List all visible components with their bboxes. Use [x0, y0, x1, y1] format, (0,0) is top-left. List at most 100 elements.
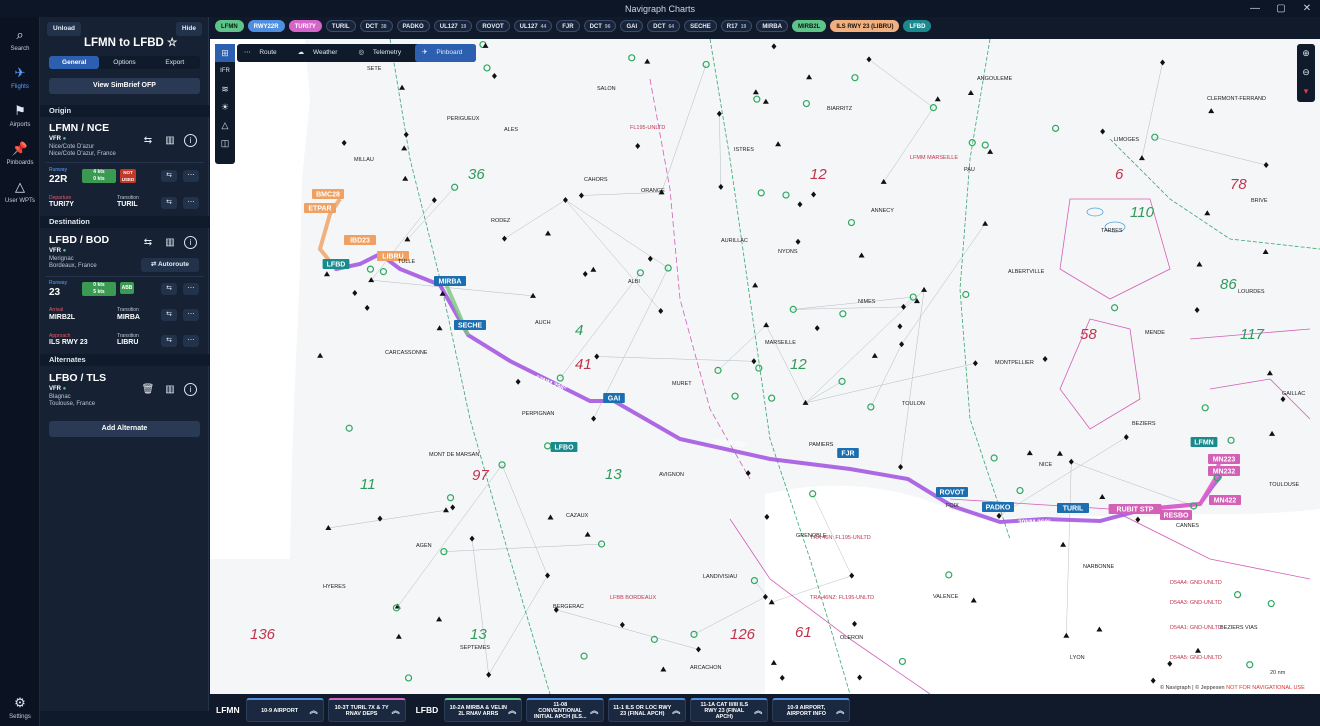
waypoint-pill[interactable]: RWY22R — [247, 20, 285, 32]
nav-flights[interactable]: ✈ Flights — [0, 65, 40, 90]
waypoint-pill[interactable]: PADKO — [396, 20, 430, 32]
route-waypoint-label[interactable]: LFBD — [322, 259, 350, 269]
info-icon[interactable]: i — [184, 383, 197, 396]
layer-tool-4[interactable]: △ — [215, 116, 235, 134]
bottom-airport-origin[interactable]: LFMN — [210, 705, 246, 715]
departure-value[interactable]: TURI7Y — [49, 201, 74, 208]
tab-options[interactable]: Options — [99, 56, 149, 69]
transition-value[interactable]: LIBRU — [117, 339, 138, 346]
maximize-button[interactable]: ▢ — [1268, 0, 1294, 17]
info-icon[interactable]: i — [184, 134, 197, 147]
enroute-chart-map[interactable]: LFBD ETPAR BMC28 IBD23 LIBRU MIRBA SECHE GAI LFB… — [210, 39, 1320, 694]
chart-card[interactable]: 11-1A CAT II/III ILS RWY 23 (FINAL APCH)… — [690, 698, 769, 722]
telemetry-toggle[interactable]: ◎ Telemetry — [351, 44, 415, 62]
route-waypoint-label[interactable]: MIRBA — [434, 276, 466, 286]
waypoint-pill[interactable]: DCT 96 — [583, 20, 617, 32]
route-waypoint-label[interactable]: GAI — [603, 393, 625, 403]
nav-airports[interactable]: ⚑ Airports — [0, 103, 40, 128]
route-waypoint-label[interactable]: MN422 — [1209, 495, 1241, 505]
runway-more-button[interactable]: ⋯ — [183, 170, 199, 182]
chart-card[interactable]: 10-9 AIRPORT ︽ — [245, 698, 324, 722]
info-icon[interactable]: i — [184, 236, 197, 249]
route-waypoint-label[interactable]: SECHE — [454, 320, 486, 330]
route-waypoint-label[interactable]: RESBO — [1160, 510, 1192, 520]
tab-general[interactable]: General — [49, 56, 100, 69]
chart-canvas[interactable]: LFBDETPARBMC28IBD23LIBRUMIRBASECHEGAILFB… — [210, 39, 1320, 694]
departure-more-button[interactable]: ⋯ — [183, 197, 199, 209]
waypoint-pill[interactable]: TURIL — [325, 20, 356, 32]
charts-icon[interactable]: ▥ — [162, 383, 178, 397]
destination-runway[interactable]: 23 — [49, 287, 60, 298]
flight-title[interactable]: LFMN to LFBD ☆ — [84, 35, 177, 49]
waypoint-pill[interactable]: UL127 44 — [513, 20, 553, 32]
layer-tool-2[interactable]: ≋ — [215, 80, 235, 98]
waypoint-pill[interactable]: TURI7Y — [288, 20, 322, 32]
view-simbrief-button[interactable]: View SimBrief OFP — [49, 78, 200, 94]
route-waypoint-label[interactable]: ROVOT — [936, 487, 968, 497]
arrival-swap-button[interactable]: ⇆ — [161, 309, 177, 321]
trash-icon[interactable]: 🗑 — [140, 383, 156, 397]
route-waypoint-label[interactable]: MN223 — [1208, 454, 1240, 464]
approach-value[interactable]: ILS RWY 23 — [49, 339, 88, 346]
route-waypoint-label[interactable]: TURIL — [1057, 503, 1089, 513]
waypoint-pill[interactable]: MIRB2L — [791, 20, 827, 32]
origin-runway[interactable]: 22R — [49, 174, 67, 185]
route-toggle[interactable]: ⋯ Route — [237, 44, 291, 62]
waypoint-pill[interactable]: SECHE — [684, 20, 717, 32]
chart-card[interactable]: 11-1 ILS OR LOC RWY 23 (FINAL APCH) ︽ — [608, 698, 687, 722]
route-waypoint-label[interactable]: RUBIT STP — [1108, 504, 1162, 514]
chart-card[interactable]: 10-9 AIRPORT, AIRPORT INFO ︽ — [772, 698, 851, 722]
waypoint-pill[interactable]: DCT 38 — [359, 20, 393, 32]
transition-value[interactable]: TURIL — [117, 201, 138, 208]
transition-value[interactable]: MIRBA — [117, 314, 140, 321]
route-waypoint-label[interactable]: PADKO — [982, 502, 1014, 512]
layer-tool-0[interactable]: ⊞ — [215, 44, 235, 62]
runway-more-button[interactable]: ⋯ — [183, 283, 199, 295]
route-waypoint-label[interactable]: BMC28 — [312, 189, 344, 199]
arrival-value[interactable]: MIRB2L — [49, 314, 75, 321]
approach-more-button[interactable]: ⋯ — [183, 335, 199, 347]
bottom-airport-dest[interactable]: LFBD — [410, 705, 445, 715]
waypoint-pill[interactable]: R17 19 — [720, 20, 753, 32]
pinboard-toggle[interactable]: ✈ Pinboard — [415, 44, 477, 62]
close-button[interactable]: ✕ — [1294, 0, 1320, 17]
charts-icon[interactable]: ▥ — [162, 134, 178, 148]
waypoint-pill[interactable]: ROVOT — [476, 20, 510, 32]
zoom-out-icon[interactable]: ⊖ — [1297, 63, 1315, 82]
unload-button[interactable]: Unload — [47, 22, 82, 36]
add-alternate-button[interactable]: Add Alternate — [49, 421, 200, 437]
waypoint-pill[interactable]: MIRBA — [756, 20, 788, 32]
nav-user-wpts[interactable]: △ User WPTs — [0, 179, 40, 204]
route-waypoint-label[interactable]: LFBO — [550, 442, 578, 452]
route-waypoint-label[interactable]: IBD23 — [344, 235, 376, 245]
minimize-button[interactable]: — — [1242, 0, 1268, 17]
chart-card[interactable]: 11-08 CONVENTIONAL INITIAL APCH (ILS... ︽ — [526, 698, 605, 722]
runway-swap-button[interactable]: ⇆ — [161, 170, 177, 182]
hide-button[interactable]: Hide — [175, 22, 202, 36]
nav-pinboards[interactable]: 📌 Pinboards — [0, 141, 40, 166]
route-waypoint-label[interactable]: FJR — [837, 448, 859, 458]
swap-icon[interactable]: ⇆ — [140, 134, 156, 148]
waypoint-pill[interactable]: DCT 64 — [647, 20, 681, 32]
weather-toggle[interactable]: ☁ Weather — [291, 44, 352, 62]
waypoint-pill[interactable]: GAI — [620, 20, 644, 32]
zoom-in-icon[interactable]: ⊕ — [1297, 44, 1315, 63]
chart-card[interactable]: 10-3T TURIL 7X & 7Y RNAV DEPS ︽ — [327, 698, 406, 722]
departure-swap-button[interactable]: ⇆ — [161, 197, 177, 209]
waypoint-pill[interactable]: UL127 19 — [433, 20, 473, 32]
route-waypoint-label[interactable]: MN232 — [1208, 466, 1240, 476]
nav-search[interactable]: ⌕ Search — [0, 27, 40, 52]
waypoint-pill[interactable]: ILS RWY 23 (LIBRU) — [830, 20, 900, 32]
runway-swap-button[interactable]: ⇆ — [161, 283, 177, 295]
charts-icon[interactable]: ▥ — [162, 236, 178, 250]
layer-tool-3[interactable]: ☀ — [215, 98, 235, 116]
layer-tool-1[interactable]: IFR — [215, 62, 235, 80]
autoroute-button[interactable]: ⇄ Autoroute — [141, 258, 199, 272]
compass-icon[interactable]: ▾ — [1297, 82, 1315, 101]
route-waypoint-label[interactable]: ETPAR — [304, 203, 336, 213]
waypoint-pill[interactable]: LFBD — [903, 20, 932, 32]
layer-tool-5[interactable]: ◫ — [215, 134, 235, 152]
approach-swap-button[interactable]: ⇆ — [161, 335, 177, 347]
arrival-more-button[interactable]: ⋯ — [183, 309, 199, 321]
swap-icon[interactable]: ⇆ — [140, 236, 156, 250]
